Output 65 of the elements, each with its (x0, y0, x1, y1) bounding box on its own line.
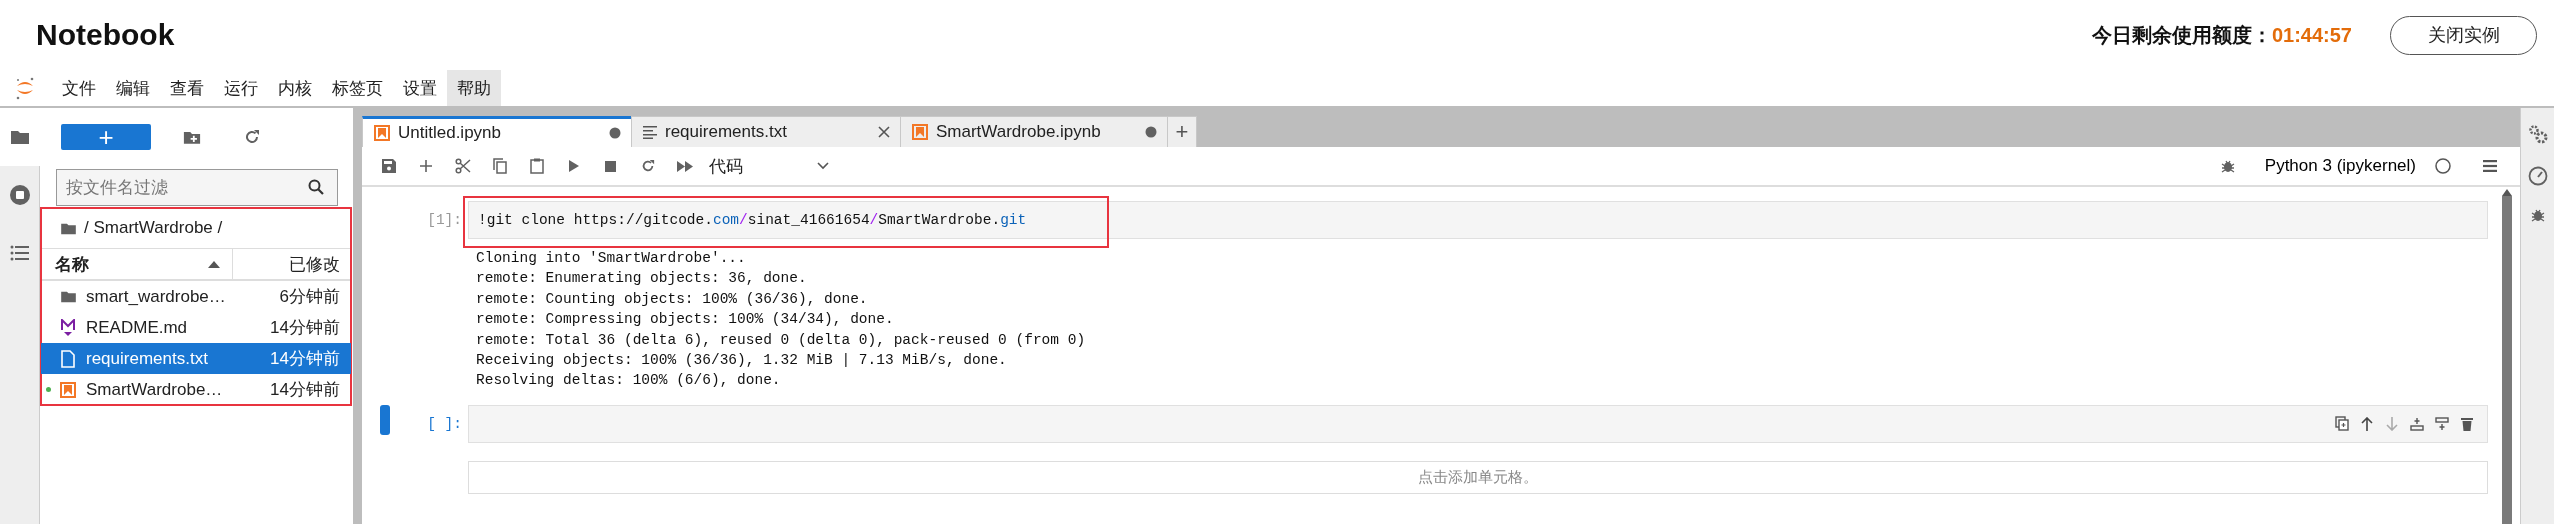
menu-item[interactable]: 帮助 (447, 70, 501, 106)
file-name: SmartWardrobe… (86, 379, 224, 400)
menu-item[interactable]: 内核 (268, 70, 322, 106)
cell-output: Cloning into 'SmartWardrobe'... remote: Enumerating objects: 36, done. remote: Counting objects: 100% (36/36), done. remote: Compressing objects: 100% (34/34), done. remote: Total 36 (delta 6), reused 0 (delta 0), pack-reused 0 (from 0) Receiving objects: 100% (36/36), 1.32 MiB | 7.13 MiB/s, done. Resolving deltas: 100% (6/6), done. (475, 249, 1087, 391)
file-name: smart_wardrobe… (86, 286, 227, 307)
close-icon[interactable] (878, 126, 890, 138)
unsaved-dot-icon[interactable] (609, 127, 621, 139)
file-row[interactable]: smart_wardrobe… 6分钟前 (41, 281, 351, 312)
cell-type-dropdown[interactable]: 代码 (709, 154, 829, 178)
modified-time: 14分钟前 (270, 379, 341, 401)
chevron-down-icon (817, 162, 829, 170)
menu-item[interactable]: 文件 (52, 70, 106, 106)
code-input[interactable] (468, 404, 2488, 443)
gears-icon[interactable] (2527, 124, 2548, 144)
menu-item[interactable]: 运行 (214, 70, 268, 106)
modified-time: 14分钟前 (270, 317, 341, 339)
menu-item[interactable]: 编辑 (106, 70, 160, 106)
cell-prompt: [1]: (426, 211, 463, 230)
code-text: !git clone https://gitcode.com/sinat_41661654/SmartWardrobe.git (478, 212, 1027, 228)
column-header[interactable]: 名称 (55, 252, 89, 276)
gauge-icon[interactable] (2527, 166, 2548, 186)
bug-icon[interactable] (2530, 208, 2545, 222)
filter-field[interactable]: 按文件名过滤 (56, 169, 338, 206)
tab-label: Untitled.ipynb (398, 123, 502, 143)
markdown-icon (59, 318, 77, 337)
breadcrumb-path[interactable]: / SmartWardrobe / (84, 218, 223, 238)
kernel-name[interactable]: Python 3 (ipykernel) (2264, 156, 2416, 176)
add-cell-button[interactable]: 点击添加单元格。 (468, 460, 2488, 494)
folder-icon[interactable] (10, 129, 30, 145)
tab[interactable]: requirements.txt (631, 116, 901, 147)
tab[interactable]: Untitled.ipynb (362, 116, 632, 147)
file-name: README.md (86, 317, 189, 338)
file-row[interactable]: SmartWardrobe… 14分钟前 (41, 374, 351, 405)
menu-item[interactable]: 查看 (160, 70, 214, 106)
folder-icon (60, 221, 77, 235)
unsaved-dot-icon[interactable] (1145, 126, 1157, 138)
new-tab-button[interactable]: + (1167, 116, 1197, 147)
app-title: Notebook (36, 18, 176, 52)
stop-circle-icon[interactable] (9, 184, 31, 206)
quota-label: 今日剩余使用额度： (2091, 22, 2272, 48)
modified-time: 14分钟前 (270, 348, 341, 370)
tab-label: SmartWardrobe.ipynb (936, 122, 1102, 142)
quota-time: 01:44:57 (2271, 23, 2352, 47)
file-row[interactable]: README.md 14分钟前 (41, 312, 351, 343)
menu-item[interactable]: 标签页 (322, 70, 393, 106)
column-header[interactable]: 已修改 (289, 252, 340, 276)
close-instance-button[interactable]: 关闭实例 (2390, 15, 2537, 55)
notebook-icon (912, 124, 928, 140)
sort-caret-icon (208, 260, 220, 268)
menu-item[interactable]: 设置 (393, 70, 447, 106)
tab-label: requirements.txt (665, 122, 788, 142)
modified-time: 6分钟前 (279, 286, 341, 308)
list-icon[interactable] (10, 245, 30, 261)
search-icon (308, 179, 324, 195)
file-name: requirements.txt (86, 348, 209, 369)
file-row[interactable]: requirements.txt 14分钟前 (41, 343, 351, 374)
text-file-icon (643, 125, 657, 139)
notebook-icon (59, 381, 77, 398)
new-launcher-button[interactable]: + (61, 124, 151, 150)
notebook-icon (374, 125, 390, 141)
folder-icon (59, 290, 77, 303)
file-icon (59, 349, 77, 368)
code-input[interactable]: !git clone https://gitcode.com/sinat_41661654/SmartWardrobe.git (468, 201, 2488, 239)
tab[interactable]: SmartWardrobe.ipynb (900, 116, 1168, 147)
cell-prompt: [ ]: (426, 414, 463, 434)
